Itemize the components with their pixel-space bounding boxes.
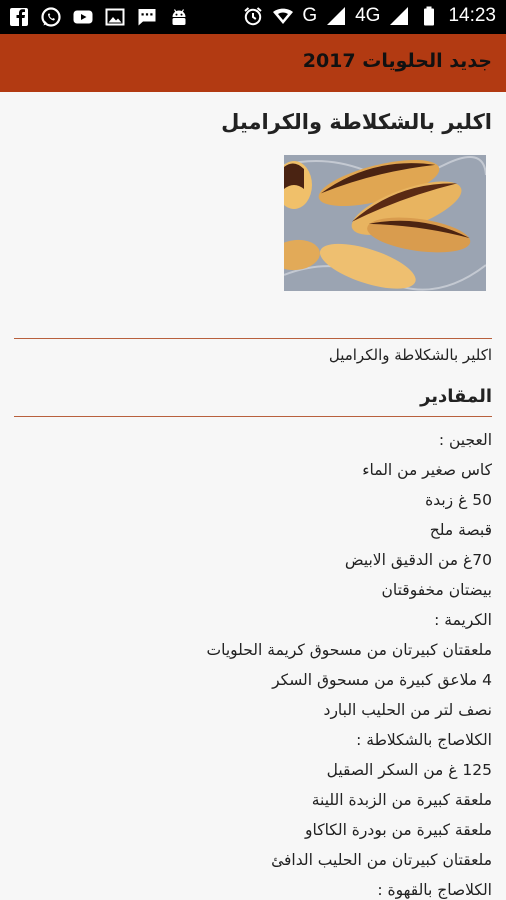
app-bar: جديد الحلويات 2017 xyxy=(0,34,506,92)
status-bar: G 4G 14:23 xyxy=(0,0,506,34)
facebook-icon xyxy=(8,6,30,28)
post-content[interactable]: اكلير بالشكلاطة والكراميل اكلير بالشكلاط… xyxy=(0,92,506,900)
list-item: ملعقتان كبيرتان من الحليب الدافئ xyxy=(271,851,492,869)
battery-icon xyxy=(418,5,440,27)
network-type-label: G xyxy=(302,5,318,26)
list-item: الكريمة : xyxy=(434,611,492,629)
post-subtitle: اكلير بالشكلاطة والكراميل xyxy=(328,346,492,364)
list-item: الكلاصاج بالقهوة : xyxy=(377,881,492,899)
list-item: 50 غ زبدة xyxy=(425,491,492,509)
system-indicators: G 4G 14:23 xyxy=(242,5,496,27)
eclair-photo[interactable] xyxy=(284,155,486,291)
ingredients-heading: المقادير xyxy=(420,386,492,407)
post-title: اكلير بالشكلاطة والكراميل xyxy=(221,110,492,134)
clock: 14:23 xyxy=(448,5,496,26)
list-item: نصف لتر من الحليب البارد xyxy=(323,701,492,719)
ingredients-list: العجين : كاس صغير من الماء 50 غ زبدة قبص… xyxy=(14,425,492,900)
image-icon xyxy=(104,6,126,28)
list-item: ملعقة كبيرة من الزبدة اللينة xyxy=(311,791,492,809)
alarm-icon xyxy=(242,5,264,27)
list-item: ملعقة كبيرة من بودرة الكاكاو xyxy=(304,821,492,839)
signal-4g-icon xyxy=(388,5,410,27)
list-item: ملعقتان كبيرتان من مسحوق كريمة الحلويات xyxy=(206,641,492,659)
message-icon xyxy=(136,6,158,28)
signal-icon xyxy=(325,5,347,27)
network-4g-label: 4G xyxy=(355,5,381,26)
list-item: 4 ملاعق كبيرة من مسحوق السكر xyxy=(272,671,492,689)
list-item: قبصة ملح xyxy=(429,521,492,539)
divider-top xyxy=(14,338,492,339)
list-item: العجين : xyxy=(438,431,492,449)
android-icon xyxy=(168,6,190,28)
divider-heading xyxy=(14,416,492,417)
list-item: كاس صغير من الماء xyxy=(362,461,492,479)
youtube-icon xyxy=(72,6,94,28)
list-item: 125 غ من السكر الصقيل xyxy=(326,761,492,779)
list-item: بيضتان مخفوقتان xyxy=(381,581,493,599)
app-bar-title: جديد الحلويات 2017 xyxy=(302,50,492,72)
whatsapp-icon xyxy=(40,6,62,28)
list-item: 70غ من الدقيق الابيض xyxy=(344,551,492,569)
list-item: الكلاصاج بالشكلاطة : xyxy=(356,731,492,749)
wifi-icon xyxy=(272,5,294,27)
notification-icons xyxy=(8,6,190,28)
